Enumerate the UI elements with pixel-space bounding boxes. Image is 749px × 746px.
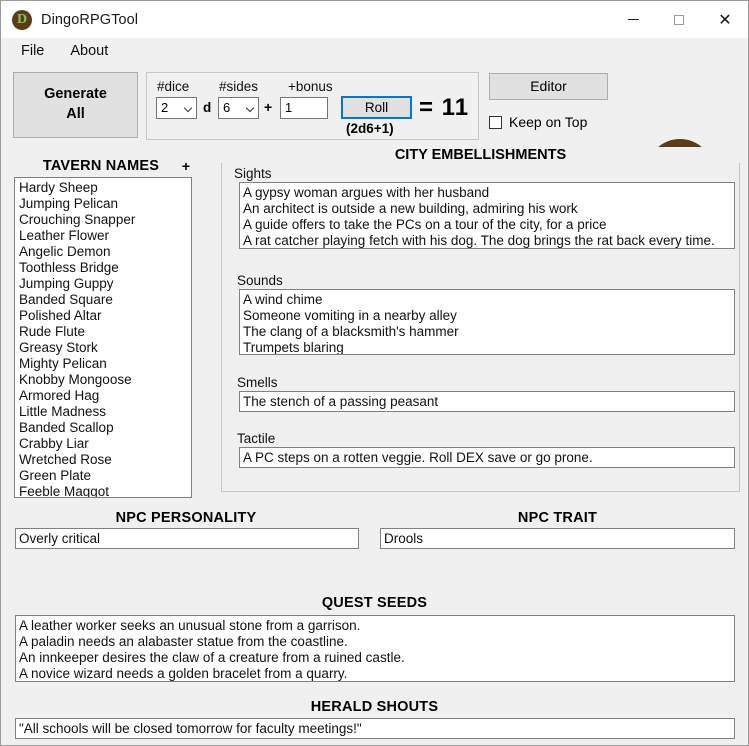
chevron-down-icon: [247, 105, 254, 112]
generate-all-button[interactable]: Generate All: [13, 72, 138, 138]
dice-d-separator: d: [203, 100, 212, 115]
list-item[interactable]: Feeble Maggot: [19, 484, 191, 497]
menu-item-file[interactable]: File: [13, 41, 52, 61]
quest-seeds-header: QUEST SEEDS: [321, 595, 428, 611]
text-line: A novice wizard needs a golden bracelet …: [19, 666, 348, 681]
list-item[interactable]: Little Madness: [19, 404, 191, 420]
list-item[interactable]: Banded Scallop: [19, 420, 191, 436]
titlebar: D DingoRPGTool ✕: [1, 1, 748, 38]
dice-plus-separator: +: [264, 99, 273, 115]
dice-roller-group: #dice #sides +bonus 2 d 6 + 1 Roll (2d6+…: [146, 72, 479, 140]
bonus-input[interactable]: 1: [280, 97, 328, 119]
close-icon: ✕: [718, 9, 732, 29]
maximize-button[interactable]: [656, 1, 702, 38]
list-item[interactable]: Polished Altar: [19, 308, 191, 324]
list-item[interactable]: Toothless Bridge: [19, 260, 191, 276]
dingorpgtool-window: D DingoRPGTool ✕ File About Generate All: [0, 0, 749, 746]
list-item[interactable]: Green Plate: [19, 468, 191, 484]
editor-button[interactable]: Editor: [489, 73, 608, 100]
generate-all-label: Generate All: [44, 85, 107, 124]
list-item[interactable]: Knobby Mongoose: [19, 372, 191, 388]
list-item[interactable]: Greasy Stork: [19, 340, 191, 356]
num-dice-label: #dice: [157, 79, 190, 94]
dice-result-value: = 11: [419, 94, 470, 121]
list-item[interactable]: Jumping Pelican: [19, 196, 191, 212]
keep-on-top-checkbox[interactable]: Keep on Top: [489, 114, 587, 130]
list-item[interactable]: Armored Hag: [19, 388, 191, 404]
dice-formula-label: (2d6+1): [346, 121, 394, 136]
tavern-names-header: TAVERN NAMES: [42, 158, 160, 174]
minimize-icon: [627, 19, 639, 20]
text-line: Someone vomiting in a nearby alley: [243, 308, 457, 323]
text-line: The clang of a blacksmith's hammer: [243, 324, 459, 339]
herald-shouts-header: HERALD SHOUTS: [310, 699, 439, 715]
chevron-down-icon: [185, 105, 192, 112]
minimize-button[interactable]: [610, 1, 656, 38]
list-item[interactable]: Angelic Demon: [19, 244, 191, 260]
quest-seeds-textbox[interactable]: A leather worker seeks an unusual stone …: [15, 615, 735, 682]
generate-all-line2: All: [66, 106, 85, 122]
bonus-value: 1: [285, 100, 293, 115]
text-line: The stench of a passing peasant: [243, 394, 439, 409]
bonus-label: +bonus: [288, 79, 333, 94]
maximize-icon: [674, 14, 684, 25]
keep-on-top-label: Keep on Top: [509, 114, 588, 130]
npc-personality-field[interactable]: Overly critical: [15, 528, 359, 549]
list-item[interactable]: Crouching Snapper: [19, 212, 191, 228]
herald-shouts-textbox[interactable]: "All schools will be closed tomorrow for…: [15, 718, 735, 739]
list-item[interactable]: Rude Flute: [19, 324, 191, 340]
generate-all-line1: Generate: [44, 86, 107, 103]
num-sides-select[interactable]: 6: [218, 97, 259, 119]
sights-label: Sights: [234, 166, 272, 181]
text-line: A paladin needs an alabaster statue from…: [19, 634, 348, 649]
text-line: A wind chime: [243, 292, 323, 307]
list-item[interactable]: Leather Flower: [19, 228, 191, 244]
window-title: DingoRPGTool: [41, 11, 139, 28]
list-item[interactable]: Mighty Pelican: [19, 356, 191, 372]
text-line: An innkeeper desires the claw of a creat…: [19, 650, 405, 665]
tactile-textbox[interactable]: A PC steps on a rotten veggie. Roll DEX …: [239, 447, 735, 468]
num-sides-label: #sides: [219, 79, 259, 94]
list-item[interactable]: Wretched Rose: [19, 452, 191, 468]
city-embellishments-title: CITY EMBELLISHMENTS: [221, 147, 740, 163]
roll-button[interactable]: Roll: [341, 96, 412, 119]
num-dice-select[interactable]: 2: [156, 97, 197, 119]
list-item[interactable]: Crabby Liar: [19, 436, 191, 452]
text-line: Trumpets blaring: [243, 340, 344, 355]
smells-label: Smells: [237, 375, 278, 390]
npc-personality-header: NPC PERSONALITY: [115, 510, 257, 526]
menu-item-about[interactable]: About: [62, 41, 116, 61]
text-line: A PC steps on a rotten veggie. Roll DEX …: [243, 450, 593, 465]
list-item[interactable]: Jumping Guppy: [19, 276, 191, 292]
app-logo-icon: D: [12, 9, 32, 30]
sounds-textbox[interactable]: A wind chime Someone vomiting in a nearby…: [239, 289, 735, 355]
npc-trait-header: NPC TRAIT: [517, 510, 598, 526]
text-line: A gypsy woman argues with her husband: [243, 185, 490, 200]
toolbar: Generate All #dice #sides +bonus 2 d 6 +…: [1, 64, 748, 207]
app-logo-letter: D: [16, 11, 28, 27]
close-button[interactable]: ✕: [702, 1, 748, 38]
window-controls: ✕: [610, 1, 748, 38]
text-line: A rat catcher playing fetch with his dog…: [243, 233, 715, 248]
text-line: An architect is outside a new building, …: [243, 201, 578, 216]
list-item[interactable]: Banded Square: [19, 292, 191, 308]
tavern-names-list[interactable]: Hardy Sheep Jumping Pelican Crouching Snap…: [14, 177, 192, 498]
text-line: A leather worker seeks an unusual stone …: [19, 618, 361, 633]
text-line: "All schools will be closed tomorrow for…: [19, 721, 362, 736]
text-line: A guide offers to take the PCs on a tour…: [243, 217, 607, 232]
checkbox-icon: [489, 115, 502, 129]
add-tavern-name-button[interactable]: +: [179, 158, 193, 174]
npc-trait-value: Drools: [384, 531, 424, 546]
npc-personality-value: Overly critical: [19, 531, 101, 546]
menubar: File About: [1, 38, 748, 64]
list-item[interactable]: Hardy Sheep: [19, 180, 191, 196]
sights-textbox[interactable]: A gypsy woman argues with her husband An …: [239, 182, 735, 249]
tactile-label: Tactile: [237, 431, 276, 446]
num-sides-value: 6: [223, 100, 231, 115]
num-dice-value: 2: [161, 100, 169, 115]
sounds-label: Sounds: [237, 273, 283, 288]
npc-trait-field[interactable]: Drools: [380, 528, 735, 549]
smells-textbox[interactable]: The stench of a passing peasant: [239, 391, 735, 412]
